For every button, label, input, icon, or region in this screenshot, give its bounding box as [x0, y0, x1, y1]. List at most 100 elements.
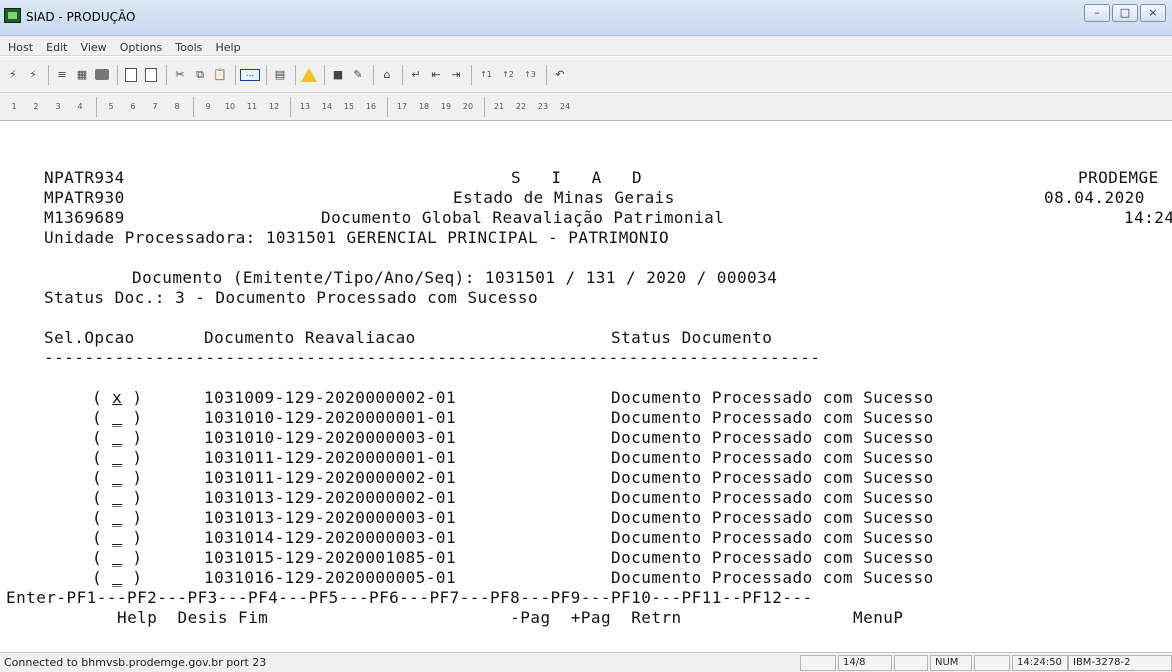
row-document-status: Documento Processado com Sucesso: [611, 448, 934, 467]
undo-icon[interactable]: ↶: [551, 65, 569, 85]
row-select-field[interactable]: ( _ ): [92, 428, 142, 447]
row-select-field[interactable]: ( _ ): [92, 448, 142, 467]
menu-tools[interactable]: Tools: [175, 38, 202, 58]
chart-icon[interactable]: ▤: [271, 65, 289, 85]
screen-icon[interactable]: ■: [329, 65, 347, 85]
disconnect-icon[interactable]: ⚡: [24, 65, 42, 85]
row-select-field[interactable]: ( _ ): [92, 468, 142, 487]
column-header-document: Documento Reavaliacao: [204, 328, 416, 347]
row-document-id: 1031011-129-2020000002-01: [204, 468, 457, 487]
row-selection-value[interactable]: _: [112, 488, 122, 507]
pf10-button[interactable]: 10: [220, 97, 240, 117]
window-title: SIAD - PRODUÇÃO: [26, 10, 136, 24]
row-selection-value[interactable]: _: [112, 568, 122, 587]
pf1-button[interactable]: 1: [4, 97, 24, 117]
pen-icon[interactable]: ✎: [349, 65, 367, 85]
app-icon: [4, 8, 21, 23]
pf23-button[interactable]: 23: [533, 97, 553, 117]
send-icon[interactable]: ≡: [53, 65, 71, 85]
menu-view[interactable]: View: [81, 38, 107, 58]
row-document-id: 1031013-129-2020000002-01: [204, 488, 457, 507]
pf19-button[interactable]: 19: [436, 97, 456, 117]
pf12-button[interactable]: 12: [264, 97, 284, 117]
row-selection-value[interactable]: _: [112, 508, 122, 527]
row-selection-value[interactable]: _: [112, 408, 122, 427]
pf5-button[interactable]: 5: [101, 97, 121, 117]
print-icon[interactable]: [93, 65, 111, 85]
enter-key-icon[interactable]: ↵: [407, 65, 425, 85]
cut-icon[interactable]: ✂: [171, 65, 189, 85]
row-selection-value[interactable]: _: [112, 528, 122, 547]
pf24-button[interactable]: 24: [555, 97, 575, 117]
home-icon[interactable]: ⌂: [378, 65, 396, 85]
pf8-button[interactable]: 8: [167, 97, 187, 117]
connect-icon[interactable]: ⚡: [4, 65, 22, 85]
pf6-button[interactable]: 6: [123, 97, 143, 117]
row-selection-value[interactable]: _: [112, 448, 122, 467]
menu-host[interactable]: Host: [8, 38, 33, 58]
row-select-field[interactable]: ( _ ): [92, 408, 142, 427]
pf3-button[interactable]: 3: [48, 97, 68, 117]
document-id-line: Documento (Emitente/Tipo/Ano/Seq): 10315…: [132, 268, 778, 287]
pf20-button[interactable]: 20: [458, 97, 478, 117]
pf9-button[interactable]: 9: [198, 97, 218, 117]
row-select-field[interactable]: ( _ ): [92, 488, 142, 507]
pf16-button[interactable]: 16: [361, 97, 381, 117]
pf14-button[interactable]: 14: [317, 97, 337, 117]
minimize-button[interactable]: –: [1084, 4, 1110, 22]
row-document-status: Documento Processado com Sucesso: [611, 528, 934, 547]
pf4-button[interactable]: 4: [70, 97, 90, 117]
pf18-button[interactable]: 18: [414, 97, 434, 117]
terminal-screen[interactable]: NPATR934 S I A D PRODEMGE MPATR930 Estad…: [0, 122, 1172, 652]
menu-edit[interactable]: Edit: [46, 38, 67, 58]
dots-icon[interactable]: ...: [240, 65, 260, 85]
pa2-icon[interactable]: ↑2: [498, 65, 518, 85]
row-document-id: 1031010-129-2020000003-01: [204, 428, 457, 447]
row-document-id: 1031010-129-2020000001-01: [204, 408, 457, 427]
row-select-field[interactable]: ( _ ): [92, 568, 142, 587]
pf15-button[interactable]: 15: [339, 97, 359, 117]
menu-help[interactable]: Help: [216, 38, 241, 58]
maximize-button[interactable]: □: [1112, 4, 1138, 22]
pf7-button[interactable]: 7: [145, 97, 165, 117]
pa1-icon[interactable]: ↑1: [476, 65, 496, 85]
menu-options[interactable]: Options: [120, 38, 162, 58]
column-header-status: Status Documento: [611, 328, 773, 347]
copy-icon[interactable]: ⧉: [191, 65, 209, 85]
row-selection-value[interactable]: x: [112, 388, 122, 407]
row-selection-value[interactable]: _: [112, 468, 122, 487]
toolbar-separator: [373, 64, 374, 85]
pf13-button[interactable]: 13: [295, 97, 315, 117]
row-select-field[interactable]: ( _ ): [92, 528, 142, 547]
open-document-icon[interactable]: [142, 65, 160, 85]
row-select-field[interactable]: ( _ ): [92, 508, 142, 527]
row-selection-value[interactable]: _: [112, 428, 122, 447]
toolbar-separator: [295, 64, 296, 85]
row-select-field[interactable]: ( x ): [92, 388, 142, 407]
paste-icon[interactable]: 📋: [211, 65, 229, 85]
program-id-1: NPATR934: [44, 168, 125, 187]
tab-icon[interactable]: ⇥: [447, 65, 465, 85]
row-document-id: 1031015-129-2020001085-01: [204, 548, 457, 567]
row-selection-value[interactable]: _: [112, 548, 122, 567]
row-select-field[interactable]: ( _ ): [92, 548, 142, 567]
new-document-icon[interactable]: [122, 65, 140, 85]
status-bar: Connected to bhmvsb.prodemge.gov.br port…: [0, 652, 1172, 672]
toolbar-separator: [387, 96, 388, 117]
pf17-button[interactable]: 17: [392, 97, 412, 117]
close-button[interactable]: ×: [1140, 4, 1166, 22]
warning-icon[interactable]: [300, 65, 318, 85]
pf2-button[interactable]: 2: [26, 97, 46, 117]
pf22-button[interactable]: 22: [511, 97, 531, 117]
org-name: PRODEMGE: [1078, 168, 1159, 187]
pf21-button[interactable]: 21: [489, 97, 509, 117]
backtab-icon[interactable]: ⇤: [427, 65, 445, 85]
transfer-icon[interactable]: ▦: [73, 65, 91, 85]
pa3-icon[interactable]: ↑3: [520, 65, 540, 85]
toolbar-separator: [96, 96, 97, 117]
main-toolbar: ⚡ ⚡ ≡ ▦ ✂ ⧉ 📋 ... ▤ ■ ✎ ⌂ ↵ ⇤ ⇥ ↑1 ↑2 ↑3…: [0, 57, 1172, 93]
window-titlebar: SIAD - PRODUÇÃO – □ ×: [0, 0, 1172, 36]
toolbar-separator: [193, 96, 194, 117]
row-document-id: 1031011-129-2020000001-01: [204, 448, 457, 467]
pf11-button[interactable]: 11: [242, 97, 262, 117]
